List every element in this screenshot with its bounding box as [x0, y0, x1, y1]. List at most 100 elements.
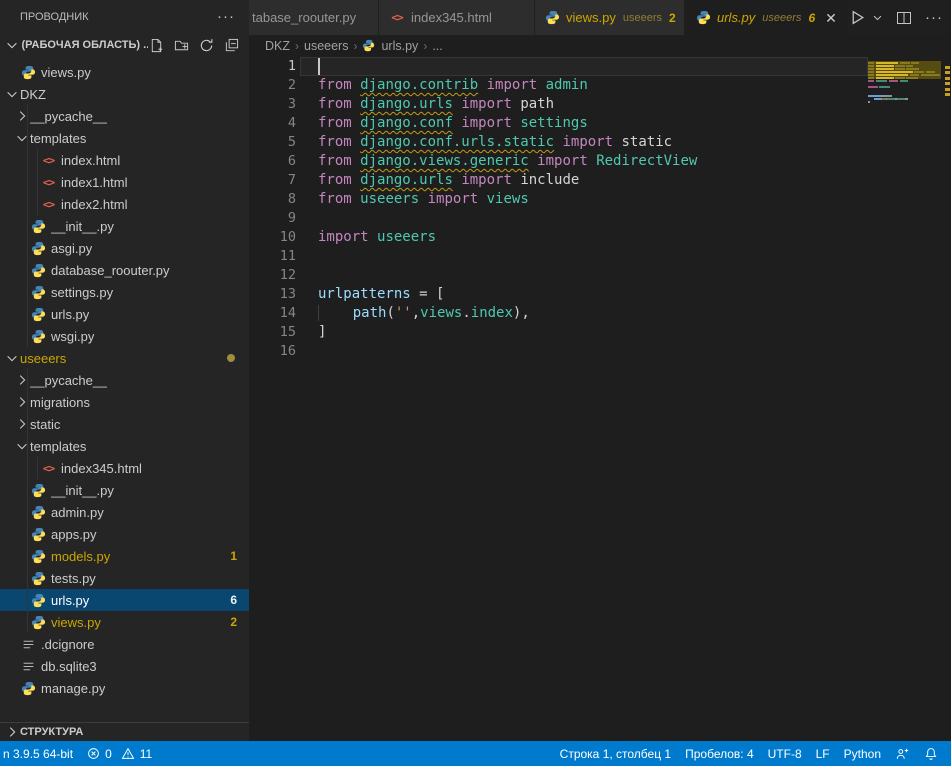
overview-ruler[interactable] — [944, 57, 951, 357]
problems-badge: 2 — [230, 615, 237, 629]
problems-indicator[interactable]: 0 11 — [80, 741, 159, 766]
code-line-16[interactable]: 16 — [249, 342, 951, 361]
code-line-14[interactable]: 14 path('',views.index), — [249, 304, 951, 323]
breadcrumb-item-urls-py[interactable]: urls.py — [362, 39, 418, 53]
code-line-12[interactable]: 12 — [249, 266, 951, 285]
tree-item-asgi-py[interactable]: asgi.py — [0, 237, 249, 259]
code-line-6[interactable]: 6from django.views.generic import Redire… — [249, 152, 951, 171]
tree-item-settings-py[interactable]: settings.py — [0, 281, 249, 303]
code-line-7[interactable]: 7from django.urls import include — [249, 171, 951, 190]
breadcrumb-item-dkz[interactable]: DKZ — [265, 39, 290, 53]
code-line-10[interactable]: 10import useeers — [249, 228, 951, 247]
tree-item-useeers[interactable]: useeers — [0, 347, 249, 369]
tree-item-manage-py[interactable]: manage.py — [0, 677, 249, 699]
editor-group: tabase_roouter.py<>index345.htmlviews.py… — [249, 0, 951, 741]
tree-item-urls-py[interactable]: urls.py6 — [0, 589, 249, 611]
breadcrumb-item-symbol[interactable]: ... — [432, 39, 442, 53]
code-line-8[interactable]: 8from useeers import views — [249, 190, 951, 209]
language-mode[interactable]: Python — [837, 741, 888, 766]
tree-item-migrations[interactable]: migrations — [0, 391, 249, 413]
tree-item--pycache-[interactable]: __pycache__ — [0, 105, 249, 127]
tree-item-views-py[interactable]: views.py2 — [0, 611, 249, 633]
code-editor[interactable]: 12from django.contrib import admin3from … — [249, 57, 951, 741]
warning-count: 11 — [140, 747, 152, 761]
tree-item-label: urls.py — [51, 593, 89, 608]
minimap[interactable] — [868, 58, 941, 106]
code-line-13[interactable]: 13urlpatterns = [ — [249, 285, 951, 304]
more-actions-icon[interactable]: ··· — [925, 9, 943, 26]
tree-item-wsgi-py[interactable]: wsgi.py — [0, 325, 249, 347]
feedback-icon[interactable] — [888, 741, 917, 766]
indent-guide — [27, 479, 28, 501]
tree-item-index345-html[interactable]: <>index345.html — [0, 457, 249, 479]
tree-item-database-roouter-py[interactable]: database_roouter.py — [0, 259, 249, 281]
python-interpreter[interactable]: n 3.9.5 64-bit — [0, 741, 80, 766]
outline-section-header[interactable]: СТРУКТУРА — [0, 722, 249, 741]
collapse-all-icon[interactable] — [223, 37, 239, 53]
editor-actions: ··· — [849, 0, 943, 35]
refresh-icon[interactable] — [198, 37, 214, 53]
tree-item-views-py[interactable]: views.py — [0, 61, 249, 83]
tab-tabase-roouter-py[interactable]: tabase_roouter.py — [249, 0, 378, 35]
tree-item-index1-html[interactable]: <>index1.html — [0, 171, 249, 193]
tree-item-apps-py[interactable]: apps.py — [0, 523, 249, 545]
indentation[interactable]: Пробелов: 4 — [678, 741, 761, 766]
indent-guide — [27, 435, 28, 457]
breadcrumb-item-useeers[interactable]: useeers — [304, 39, 348, 53]
notifications-bell-icon[interactable] — [917, 741, 945, 766]
cursor-position[interactable]: Строка 1, столбец 1 — [553, 741, 678, 766]
tree-item--pycache-[interactable]: __pycache__ — [0, 369, 249, 391]
tree-item-static[interactable]: static — [0, 413, 249, 435]
close-icon[interactable]: ✕ — [825, 11, 837, 25]
new-folder-icon[interactable] — [173, 37, 189, 53]
tree-item-index2-html[interactable]: <>index2.html — [0, 193, 249, 215]
encoding[interactable]: UTF-8 — [761, 741, 809, 766]
tree-item-urls-py[interactable]: urls.py — [0, 303, 249, 325]
tab-urls-py[interactable]: urls.pyuseeers6✕ — [685, 0, 848, 35]
code-line-4[interactable]: 4from django.conf import settings — [249, 114, 951, 133]
tree-item-dkz[interactable]: DKZ — [0, 83, 249, 105]
code-line-11[interactable]: 11 — [249, 247, 951, 266]
tree-item-tests-py[interactable]: tests.py — [0, 567, 249, 589]
code-line-2[interactable]: 2from django.contrib import admin — [249, 76, 951, 95]
tab-index345-html[interactable]: <>index345.html — [379, 0, 534, 35]
more-actions-icon[interactable]: ··· — [217, 8, 235, 25]
tree-item-label: DKZ — [20, 87, 46, 102]
run-icon[interactable] — [849, 9, 866, 26]
tree-item-models-py[interactable]: models.py1 — [0, 545, 249, 567]
code-line-5[interactable]: 5from django.conf.urls.static import sta… — [249, 133, 951, 152]
code-line-9[interactable]: 9 — [249, 209, 951, 228]
line-number: 4 — [249, 114, 296, 133]
file-icon — [20, 636, 37, 652]
indent-guide — [27, 237, 28, 259]
tree-item-db-sqlite3[interactable]: db.sqlite3 — [0, 655, 249, 677]
indent-guide — [27, 567, 28, 589]
tree-item-admin-py[interactable]: admin.py — [0, 501, 249, 523]
line-number: 13 — [249, 285, 296, 304]
html-icon: <> — [389, 10, 405, 26]
indent-guide — [27, 545, 28, 567]
tree-item-label: templates — [30, 131, 86, 146]
tab-views-py[interactable]: views.pyuseeers2 — [535, 0, 684, 35]
python-icon — [30, 614, 47, 630]
tree-item--init-py[interactable]: __init__.py — [0, 215, 249, 237]
chevron-right-icon: › — [295, 39, 299, 53]
tree-item--dcignore[interactable]: .dcignore — [0, 633, 249, 655]
split-editor-icon[interactable] — [896, 10, 912, 26]
run-dropdown-icon[interactable] — [872, 12, 883, 23]
tree-item-index-html[interactable]: <>index.html — [0, 149, 249, 171]
new-file-icon[interactable] — [148, 37, 164, 53]
tree-item--init-py[interactable]: __init__.py — [0, 479, 249, 501]
indent-guide — [27, 501, 28, 523]
chevron-right-icon: › — [423, 39, 427, 53]
indent-guide — [27, 523, 28, 545]
tree-item-templates[interactable]: templates — [0, 127, 249, 149]
html-icon: <> — [40, 152, 57, 168]
code-line-3[interactable]: 3from django.urls import path — [249, 95, 951, 114]
python-icon — [30, 218, 47, 234]
workspace-section-header[interactable]: (РАБОЧАЯ ОБЛАСТЬ) ... — [0, 33, 249, 57]
eol-selector[interactable]: LF — [809, 741, 837, 766]
tree-item-templates[interactable]: templates — [0, 435, 249, 457]
indent-spacer — [4, 636, 20, 652]
code-line-15[interactable]: 15] — [249, 323, 951, 342]
